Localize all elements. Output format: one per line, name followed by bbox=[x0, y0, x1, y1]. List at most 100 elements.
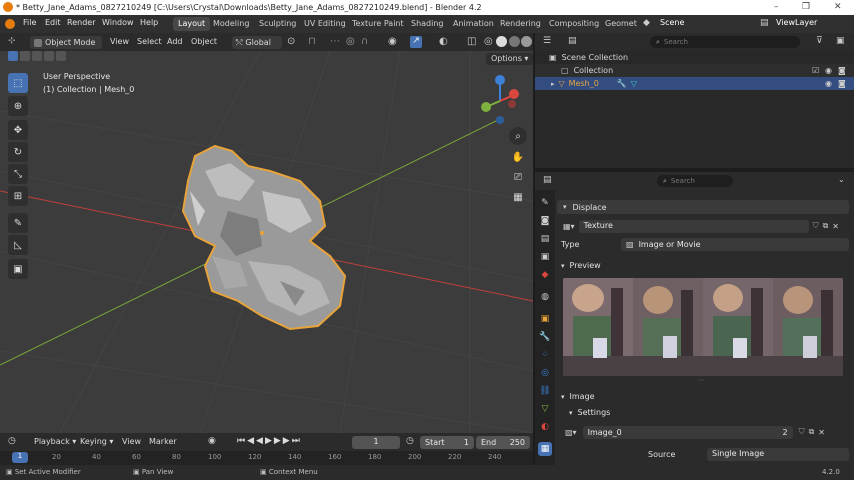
record-icon[interactable]: ◉ bbox=[208, 436, 216, 446]
outliner-row-scene-collection[interactable]: ▣ Scene Collection bbox=[535, 51, 854, 64]
view-layer-tab-icon[interactable]: ▣ bbox=[538, 250, 552, 264]
start-frame-field[interactable]: Start 1 bbox=[420, 436, 474, 449]
snap-target-icon[interactable]: ⋯ bbox=[330, 36, 340, 47]
outliner-row-collection[interactable]: ▢ Collection ☑ ◉ ◙ bbox=[535, 64, 854, 77]
current-frame-field[interactable]: 1 bbox=[352, 436, 400, 449]
tab-modeling[interactable]: Modeling bbox=[208, 17, 254, 31]
playback-controls[interactable]: ⏮◀◀▶▶▶⏭ bbox=[237, 436, 302, 446]
modifier-tab-icon[interactable]: 🔧 bbox=[538, 330, 552, 344]
editor-type-icon[interactable]: ⊹ bbox=[8, 36, 16, 46]
pan-view-icon[interactable]: ✋ bbox=[509, 148, 527, 166]
view-layer-icon[interactable]: ▤ bbox=[760, 18, 769, 28]
menu-file[interactable]: File bbox=[23, 18, 36, 27]
camera-view-icon[interactable]: ⎚ bbox=[509, 168, 527, 186]
scene-icon[interactable]: ◆ bbox=[643, 18, 650, 28]
tab-shading[interactable]: Shading bbox=[406, 17, 449, 31]
navigation-gizmo[interactable] bbox=[476, 71, 526, 127]
physics-tab-icon[interactable]: ◎ bbox=[538, 366, 552, 380]
select-subtract-icon[interactable] bbox=[32, 51, 42, 61]
unlink-close-icon[interactable]: ✕ bbox=[832, 222, 839, 231]
falloff-icon[interactable]: ∩ bbox=[361, 36, 368, 47]
tab-compositing[interactable]: Compositing bbox=[544, 17, 604, 31]
properties-options-icon[interactable]: ⌄ bbox=[838, 175, 845, 184]
hide-eye-icon[interactable]: ◉ bbox=[825, 66, 832, 75]
tool-tab-icon[interactable]: ✎ bbox=[538, 196, 552, 210]
texture-icon[interactable]: ▦▾ bbox=[563, 222, 575, 231]
tab-uv-editing[interactable]: UV Editing bbox=[299, 17, 351, 31]
menu-edit[interactable]: Edit bbox=[45, 18, 61, 27]
tab-animation[interactable]: Animation bbox=[448, 17, 499, 31]
zoom-view-icon[interactable]: ⌕ bbox=[509, 127, 527, 145]
expand-arrow-icon[interactable]: ▸ bbox=[551, 80, 555, 88]
minimize-button[interactable]: – bbox=[774, 2, 779, 12]
solid-shading-icon[interactable] bbox=[496, 36, 507, 47]
preview-resize-handle[interactable]: ⋯ bbox=[698, 377, 704, 384]
tab-sculpting[interactable]: Sculpting bbox=[254, 17, 301, 31]
scene-tab-icon[interactable]: ◆ bbox=[538, 268, 552, 282]
move-tool-icon[interactable]: ✥ bbox=[8, 120, 28, 140]
3d-viewport[interactable]: User Perspective (1) Collection | Mesh_0… bbox=[0, 51, 533, 433]
snap-icon[interactable]: ⊓ bbox=[308, 36, 316, 47]
select-tool-icon[interactable]: ⬚ bbox=[8, 73, 28, 93]
blender-menu-icon[interactable] bbox=[5, 19, 15, 29]
duplicate-icon[interactable]: ⧉ bbox=[823, 221, 829, 231]
outliner-row-mesh[interactable]: ▸ ▽ Mesh_0 🔧 ▽ ◉ ◙ bbox=[535, 77, 854, 90]
select-menu[interactable]: Select bbox=[133, 36, 166, 49]
modifier-selector[interactable]: ▾ Displace bbox=[557, 200, 849, 214]
measure-tool-icon[interactable]: ◺ bbox=[8, 235, 28, 255]
material-tab-icon[interactable]: ◐ bbox=[538, 420, 552, 434]
render-camera-icon[interactable]: ◙ bbox=[838, 66, 846, 75]
annotate-tool-icon[interactable]: ✎ bbox=[8, 213, 28, 233]
transform-tool-icon[interactable]: ⊞ bbox=[8, 186, 28, 206]
select-extend-icon[interactable] bbox=[20, 51, 30, 61]
menu-window[interactable]: Window bbox=[102, 18, 134, 27]
rotate-tool-icon[interactable]: ↻ bbox=[8, 142, 28, 162]
display-mode-icon[interactable]: ▤ bbox=[568, 36, 577, 46]
exclude-checkbox[interactable]: ☑ bbox=[812, 66, 819, 75]
add-menu[interactable]: Add bbox=[163, 36, 187, 49]
timeline-view-menu[interactable]: View bbox=[118, 436, 145, 449]
tab-layout[interactable]: Layout bbox=[173, 17, 211, 31]
new-collection-icon[interactable]: ▣ bbox=[836, 36, 845, 46]
output-tab-icon[interactable]: ▤ bbox=[538, 232, 552, 246]
world-tab-icon[interactable]: ◍ bbox=[538, 290, 552, 304]
tab-geometry[interactable]: Geomet bbox=[600, 17, 642, 31]
pivot-icon[interactable]: ⊙ bbox=[287, 36, 295, 47]
object-tab-icon[interactable]: ▣ bbox=[538, 312, 552, 326]
source-dropdown[interactable]: Single Image bbox=[707, 448, 849, 461]
scene-selector[interactable]: Scene bbox=[660, 18, 684, 27]
fake-user-icon[interactable]: ⛉ bbox=[799, 427, 805, 437]
cursor-tool-icon[interactable]: ⊕ bbox=[8, 96, 28, 116]
constraints-tab-icon[interactable]: ⛓ bbox=[538, 384, 552, 398]
transform-orientation[interactable]: ⤲ Global bbox=[232, 36, 282, 49]
select-invert-icon[interactable] bbox=[44, 51, 54, 61]
menu-render[interactable]: Render bbox=[67, 18, 95, 27]
outliner-editor-icon[interactable]: ☰ bbox=[543, 36, 551, 46]
fake-user-icon[interactable]: ⛉ bbox=[813, 221, 819, 231]
texture-tab-icon[interactable]: ▦ bbox=[538, 442, 552, 456]
render-camera-icon[interactable]: ◙ bbox=[838, 79, 846, 88]
settings-section-header[interactable]: ▾ Settings bbox=[569, 408, 610, 417]
rendered-shading-icon[interactable] bbox=[521, 36, 532, 47]
hide-eye-icon[interactable]: ◉ bbox=[825, 79, 832, 88]
filter-icon[interactable]: ⊽ bbox=[816, 36, 823, 46]
wireframe-shading-icon[interactable]: ◎ bbox=[484, 36, 493, 47]
mode-selector[interactable]: Object Mode bbox=[30, 36, 102, 49]
select-box-icon[interactable] bbox=[8, 51, 18, 61]
particles-tab-icon[interactable]: ⁘ bbox=[538, 348, 552, 362]
material-shading-icon[interactable] bbox=[509, 36, 520, 47]
ortho-toggle-icon[interactable]: ▦ bbox=[509, 188, 527, 206]
visibility-icon[interactable]: ◉ bbox=[388, 36, 397, 47]
properties-search-input[interactable]: ⌕ Search bbox=[657, 175, 733, 187]
tab-texture-paint[interactable]: Texture Paint bbox=[347, 17, 409, 31]
playback-menu[interactable]: Playback ▾ bbox=[30, 436, 80, 449]
end-frame-field[interactable]: End 250 bbox=[476, 436, 530, 449]
outliner-search-input[interactable]: ⌕ Search bbox=[650, 36, 800, 48]
timeline-ruler[interactable]: 1 20 40 60 80 100 120 140 160 180 200 22… bbox=[0, 451, 533, 465]
image-browse-icon[interactable]: ▨▾ bbox=[565, 428, 577, 437]
properties-editor-icon[interactable]: ▤ bbox=[543, 175, 552, 185]
render-tab-icon[interactable]: ◙ bbox=[538, 214, 552, 228]
view-layer-selector[interactable]: ViewLayer bbox=[776, 18, 817, 27]
menu-help[interactable]: Help bbox=[140, 18, 158, 27]
xray-icon[interactable]: ◫ bbox=[467, 36, 476, 47]
